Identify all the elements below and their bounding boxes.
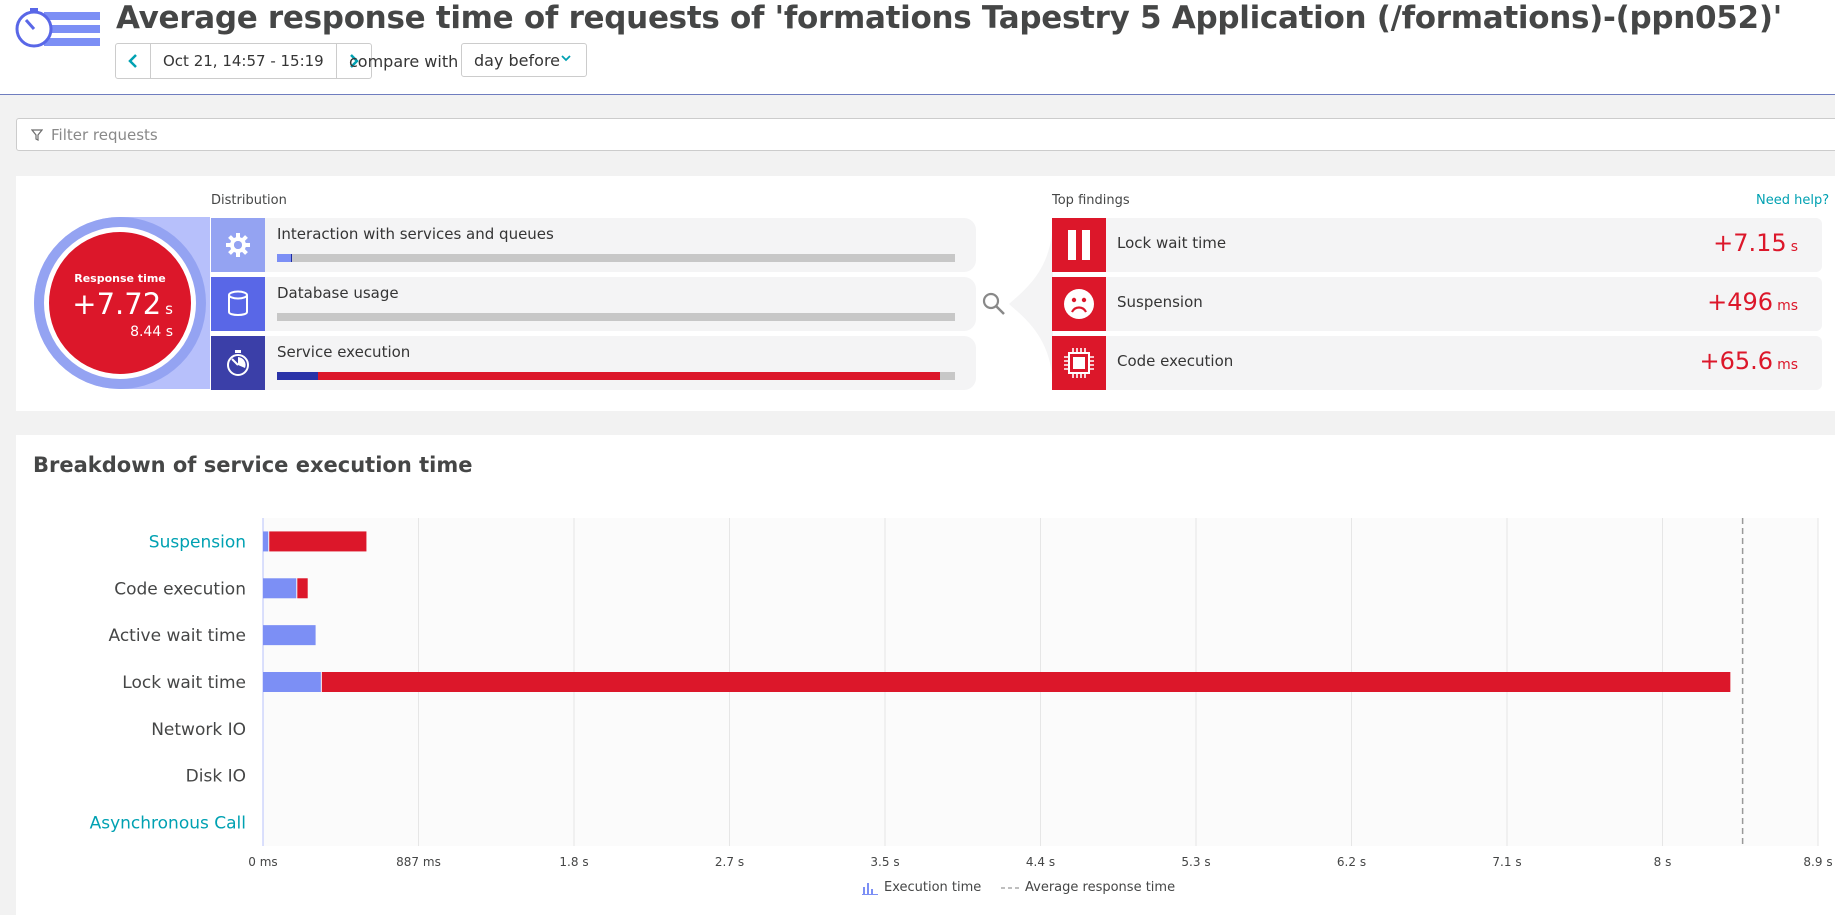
bar-segment — [297, 578, 308, 599]
x-tick-label: 4.4 s — [1026, 855, 1055, 869]
x-tick-label: 0 ms — [248, 855, 277, 869]
category-label: Code execution — [114, 579, 246, 599]
legend-label: Execution time — [884, 880, 982, 895]
legend-average-response-time[interactable]: Average response time — [1001, 880, 1175, 895]
category-label[interactable]: Suspension — [149, 532, 246, 552]
bar-segment — [321, 672, 1731, 692]
bar-segment — [263, 672, 321, 692]
x-tick-label: 5.3 s — [1181, 855, 1210, 869]
x-tick-label: 3.5 s — [870, 855, 899, 869]
x-tick-label: 6.2 s — [1337, 855, 1366, 869]
category-label: Active wait time — [108, 626, 246, 646]
x-tick-label: 8.9 s — [1803, 855, 1832, 869]
category-label: Lock wait time — [122, 673, 246, 693]
x-tick-label: 7.1 s — [1492, 855, 1521, 869]
legend-label: Average response time — [1025, 880, 1176, 895]
bar-segment — [263, 531, 269, 552]
bar-segment — [263, 625, 316, 646]
bar-segment — [263, 578, 297, 599]
x-tick-label: 1.8 s — [559, 855, 588, 869]
legend-execution-time[interactable]: Execution time — [862, 880, 981, 895]
breakdown-chart: 0 ms 887 ms 1.8 s 2.7 s 3.5 s 4.4 s 5.3 s 6.2 s… — [90, 518, 1833, 869]
category-label[interactable]: Asynchronous Call — [90, 814, 246, 834]
category-label: Disk IO — [186, 767, 246, 787]
bar-chart-icon — [862, 882, 878, 895]
dashed-line-icon — [1001, 886, 1019, 889]
x-tick-label: 887 ms — [396, 855, 441, 869]
bar-segment — [269, 531, 367, 552]
x-tick-label: 8 s — [1654, 855, 1672, 869]
x-tick-label: 2.7 s — [715, 855, 744, 869]
category-label: Network IO — [151, 720, 246, 740]
